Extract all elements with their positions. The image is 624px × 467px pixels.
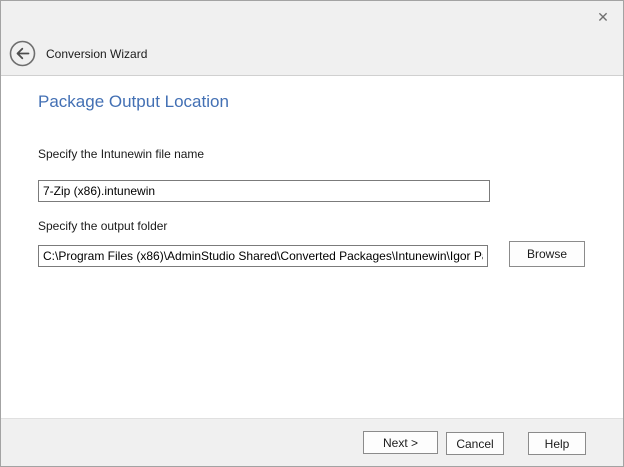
wizard-footer: Next > Cancel Help — [1, 418, 623, 466]
wizard-title: Conversion Wizard — [46, 47, 147, 61]
close-icon[interactable]: ✕ — [591, 6, 615, 28]
conversion-wizard-window: ✕ Conversion Wizard Package Output Locat… — [0, 0, 624, 467]
help-button[interactable]: Help — [528, 432, 586, 455]
intunewin-filename-input[interactable] — [38, 180, 490, 202]
intunewin-filename-label: Specify the Intunewin file name — [38, 147, 204, 161]
wizard-header: ✕ Conversion Wizard — [1, 1, 623, 76]
back-arrow-circle-icon — [9, 55, 36, 70]
back-row: Conversion Wizard — [9, 40, 147, 67]
page-title: Package Output Location — [38, 92, 229, 112]
browse-button[interactable]: Browse — [509, 241, 585, 267]
back-button[interactable] — [9, 40, 36, 67]
next-button[interactable]: Next > — [363, 431, 438, 454]
output-folder-input[interactable] — [38, 245, 488, 267]
output-folder-label: Specify the output folder — [38, 219, 167, 233]
cancel-button[interactable]: Cancel — [446, 432, 504, 455]
